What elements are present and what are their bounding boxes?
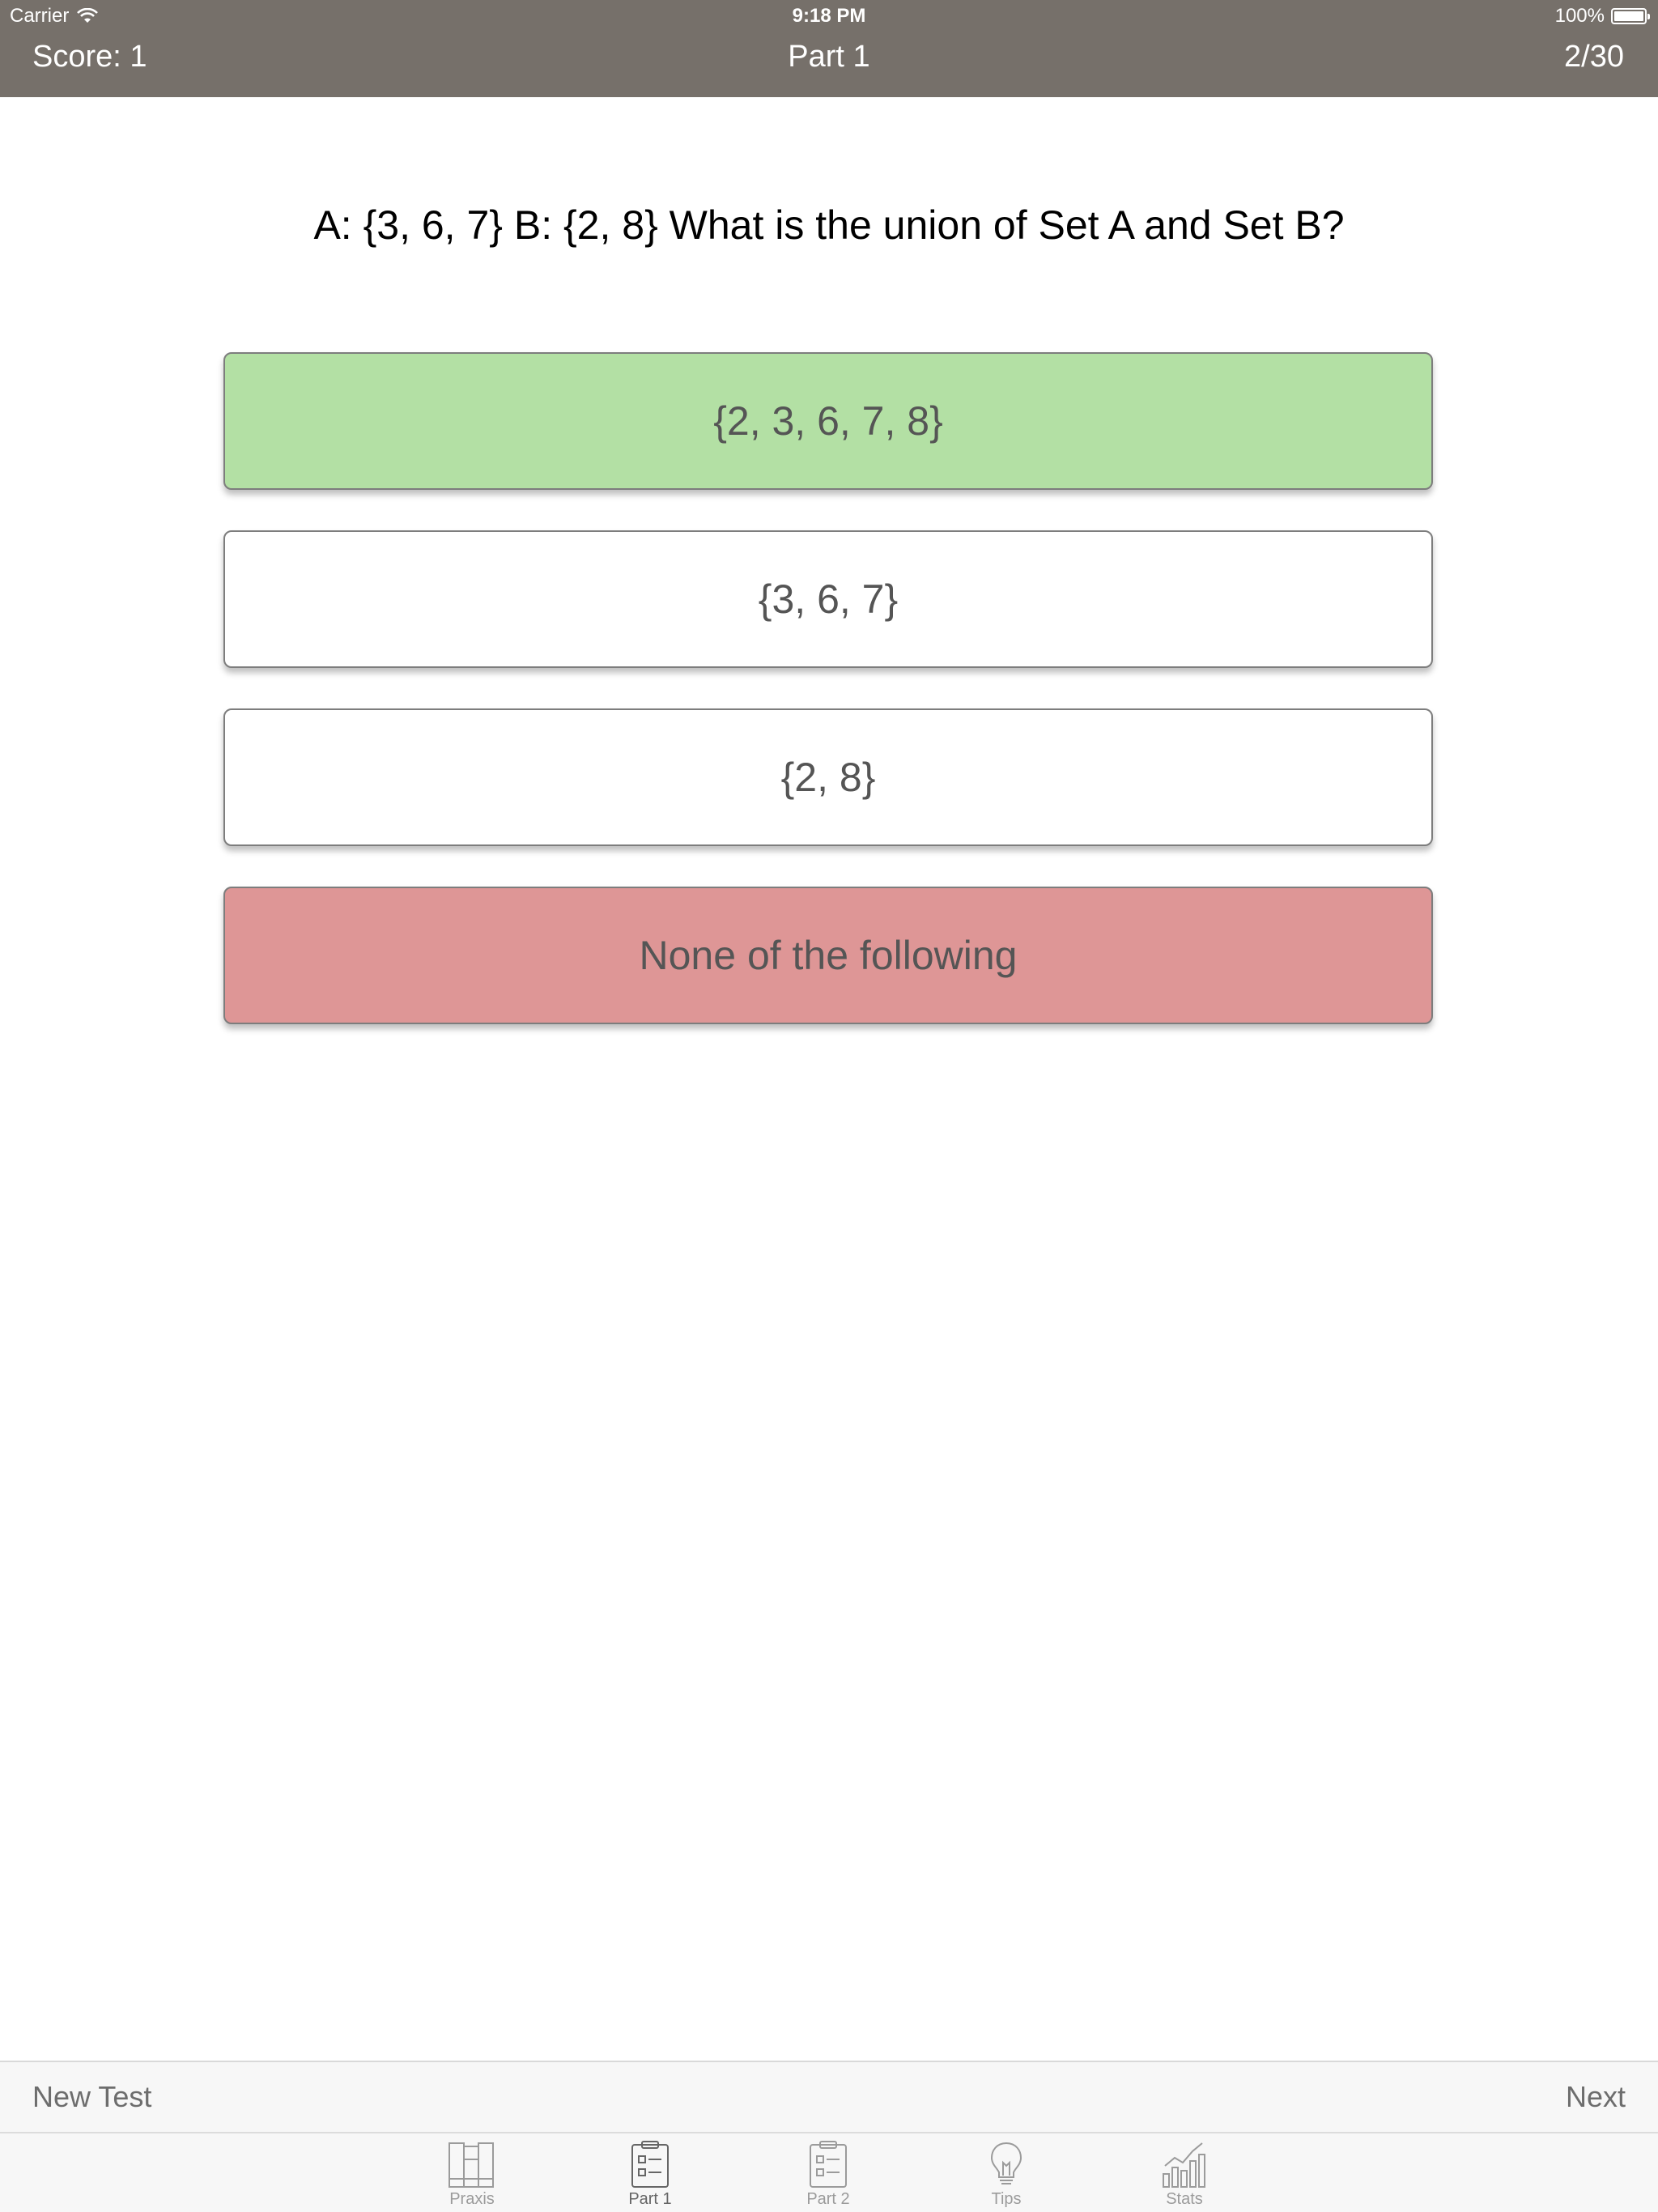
question-text: A: {3, 6, 7} B: {2, 8} What is the union… [313, 202, 1345, 248]
tab-part-2[interactable]: Part 2 [772, 2133, 885, 2212]
question-progress: 2/30 [1564, 40, 1624, 74]
tab-label: Tips [991, 2190, 1022, 2208]
tab-part-1[interactable]: Part 1 [593, 2133, 707, 2212]
tab-label: Part 2 [806, 2190, 850, 2208]
new-test-button[interactable]: New Test [32, 2062, 151, 2132]
lightbulb-icon [990, 2142, 1022, 2184]
books-icon [449, 2142, 494, 2188]
answer-option-3[interactable]: {2, 8} [223, 708, 1433, 846]
tab-stats[interactable]: Stats [1128, 2133, 1241, 2212]
answer-list: {2, 3, 6, 7, 8} {3, 6, 7} {2, 8} None of… [223, 352, 1433, 1065]
answer-option-1[interactable]: {2, 3, 6, 7, 8} [223, 352, 1433, 490]
tab-label: Part 1 [628, 2190, 672, 2208]
answer-option-4[interactable]: None of the following [223, 887, 1433, 1024]
nav-bar: Score: 1 Part 1 2/30 [0, 32, 1658, 81]
next-button[interactable]: Next [1566, 2062, 1626, 2132]
clipboard-icon [631, 2141, 669, 2188]
clipboard-icon [810, 2141, 847, 2188]
tab-tips[interactable]: Tips [950, 2133, 1063, 2212]
answer-option-2[interactable]: {3, 6, 7} [223, 530, 1433, 668]
status-time: 9:18 PM [792, 5, 866, 27]
bar-chart-icon [1163, 2142, 1205, 2188]
page-title: Part 1 [788, 40, 870, 74]
battery-percent: 100% [1554, 5, 1605, 27]
tab-praxis[interactable]: Praxis [415, 2133, 529, 2212]
status-battery: 100% [1554, 0, 1650, 32]
bottom-toolbar: New Test Next [0, 2061, 1658, 2132]
tab-bar: Praxis Part 1 Part 2 Tips Stats [0, 2132, 1658, 2212]
top-bar: Carrier 9:18 PM 100% Score: 1 Part 1 2/3… [0, 0, 1658, 97]
tab-label: Praxis [449, 2190, 495, 2208]
status-bar: Carrier 9:18 PM 100% [0, 0, 1658, 32]
battery-icon [1611, 8, 1650, 24]
tab-label: Stats [1166, 2190, 1203, 2208]
